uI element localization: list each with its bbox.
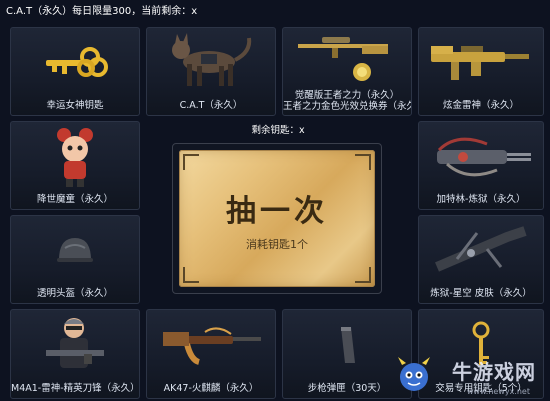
helmet-icon xyxy=(11,216,139,285)
corner-ornament xyxy=(183,154,199,170)
prize-label: 觉醒版王者之力（永久） 王者之力金色光效兑换券（永久） xyxy=(283,90,411,112)
magazine-icon xyxy=(283,310,411,380)
nezha-character-icon xyxy=(11,122,139,191)
prize-label: 降世魔童（永久） xyxy=(36,194,113,205)
prize-cell-trade-key[interactable]: 交易专用钥匙（5个） xyxy=(418,309,544,399)
corner-ornament xyxy=(183,267,199,283)
prize-label-line1: 觉醒版王者之力（永久） xyxy=(294,90,400,101)
draw-button-title: 抽一次 xyxy=(226,194,328,229)
prize-cell-king-power[interactable]: 觉醒版王者之力（永久） 王者之力金色光效兑换券（永久） xyxy=(282,27,412,116)
ak47-icon xyxy=(147,310,275,380)
prize-cell-ak47-qilin[interactable]: AK47-火麒麟（永久） xyxy=(146,309,276,399)
prize-label-line2: 王者之力金色光效兑换券（永久） xyxy=(283,101,412,112)
cat-character-icon xyxy=(147,28,275,97)
draw-once-button-frame[interactable]: 抽一次 消耗钥匙1个 xyxy=(172,143,382,294)
draw-once-button[interactable]: 抽一次 消耗钥匙1个 xyxy=(179,150,375,287)
soldier-character-icon xyxy=(11,310,139,380)
prize-label: 步枪弹匣（30天） xyxy=(307,383,387,394)
prize-cell-purgatory-starry[interactable]: 炼狱-星空 皮肤（永久） xyxy=(418,215,544,304)
prize-cell-nezha[interactable]: 降世魔童（永久） xyxy=(10,121,140,210)
corner-ornament xyxy=(355,267,371,283)
gold-rifle-icon xyxy=(419,28,543,97)
prize-cell-cat[interactable]: C.A.T（永久） xyxy=(146,27,276,116)
prize-cell-helmet[interactable]: 透明头盔（永久） xyxy=(10,215,140,304)
prize-cell-gatling[interactable]: 加特林-炼狱（永久） xyxy=(418,121,544,210)
header-title: C.A.T（永久）每日限量300，当前剩余：x xyxy=(6,6,198,17)
prize-label: 交易专用钥匙（5个） xyxy=(435,383,527,394)
prize-cell-lucky-key[interactable]: 幸运女神钥匙 xyxy=(10,27,140,116)
remaining-keys: 剩余钥匙：x xyxy=(251,125,305,136)
prize-cell-gold-thor[interactable]: 炫金雷神（永久） xyxy=(418,27,544,116)
draw-button-cost: 消耗钥匙1个 xyxy=(246,238,308,251)
prize-label: AK47-火麒麟（永久） xyxy=(163,383,259,394)
gold-key-icon xyxy=(11,28,139,97)
prize-label: 炫金雷神（永久） xyxy=(442,100,519,111)
dark-rifle-icon xyxy=(419,216,543,285)
trade-key-icon xyxy=(419,310,543,380)
prize-label: C.A.T（永久） xyxy=(179,100,243,111)
prize-cell-rifle-magazine[interactable]: 步枪弹匣（30天） xyxy=(282,309,412,399)
prize-label: 加特林-炼狱（永久） xyxy=(436,194,526,205)
corner-ornament xyxy=(355,154,371,170)
prize-label: 透明头盔（永久） xyxy=(36,288,113,299)
prize-cell-m4a1-thor[interactable]: M4A1-雷神-精英刀锋（永久） xyxy=(10,309,140,399)
prize-label: 幸运女神钥匙 xyxy=(46,100,104,111)
gatling-icon xyxy=(419,122,543,191)
sniper-rifle-icon xyxy=(283,28,411,87)
prize-label: M4A1-雷神-精英刀锋（永久） xyxy=(11,383,140,394)
prize-label: 炼狱-星空 皮肤（永久） xyxy=(430,288,532,299)
